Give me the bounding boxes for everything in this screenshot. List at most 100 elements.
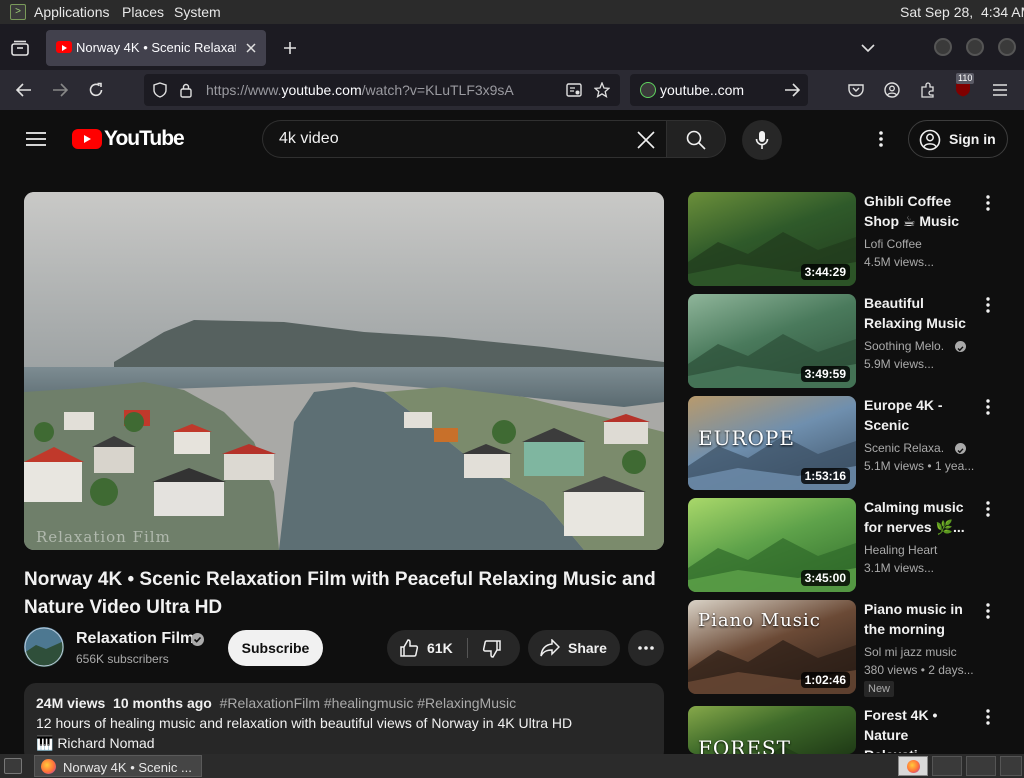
voice-search-button[interactable]	[742, 120, 782, 160]
show-desktop-icon[interactable]	[4, 758, 22, 774]
ublock-extension-icon[interactable]: 110	[954, 73, 975, 100]
video-player[interactable]: Relaxation Film	[24, 192, 664, 550]
like-button[interactable]: 61K	[387, 630, 467, 666]
window-minimize-button[interactable]	[934, 38, 952, 56]
lock-icon[interactable]	[176, 80, 196, 100]
related-views: 3.1M views...	[864, 561, 935, 575]
microphone-icon	[752, 130, 772, 150]
firefox-icon	[41, 759, 56, 774]
os-top-panel: > Applications Places System Sat Sep 28,…	[0, 0, 1024, 24]
related-title[interactable]: Beautiful Relaxing Music ...	[864, 293, 976, 333]
related-channel[interactable]: Lofi Coffee	[864, 235, 976, 253]
related-more-icon[interactable]	[984, 603, 992, 621]
channel-avatar[interactable]	[24, 627, 64, 667]
description-box[interactable]: 24M views 10 months ago #RelaxationFilm …	[24, 683, 664, 763]
related-channel[interactable]: Soothing Melo...	[864, 337, 944, 355]
workspace-switcher-active[interactable]	[898, 756, 928, 776]
terminal-icon[interactable]: >	[10, 4, 26, 20]
related-channel[interactable]: Scenic Relaxa...	[864, 439, 944, 457]
related-thumbnail[interactable]: 3:49:59	[688, 294, 856, 388]
related-more-icon[interactable]	[984, 195, 992, 213]
search-input[interactable]: 4k video	[262, 120, 666, 158]
related-thumbnail[interactable]: EUROPE 1:53:16	[688, 396, 856, 490]
video-duration: 3:44:29	[800, 264, 850, 280]
youtube-logo[interactable]: YouTube	[72, 127, 185, 150]
video-duration: 1:53:16	[800, 468, 850, 484]
guide-menu-icon[interactable]	[24, 128, 48, 150]
channel-name[interactable]: Relaxation Film	[76, 630, 194, 648]
thumbnail-overlay-text: FOREST	[698, 736, 791, 754]
upload-age: 10 months ago	[113, 695, 212, 711]
window-close-button[interactable]	[998, 38, 1016, 56]
hashtags[interactable]: #RelaxationFilm #healingmusic #RelaxingM…	[220, 695, 516, 711]
settings-kebab-icon[interactable]	[870, 128, 892, 150]
tab-active[interactable]: Norway 4K • Scenic Relaxati	[46, 30, 266, 66]
related-more-icon[interactable]	[984, 709, 992, 727]
related-channel[interactable]: Sol mi jazz music	[864, 643, 976, 661]
share-button[interactable]: Share	[528, 630, 620, 666]
share-label: Share	[568, 640, 607, 656]
tab-overview-icon[interactable]	[10, 38, 30, 58]
description-line-1: 12 hours of healing music and relaxation…	[36, 715, 573, 731]
subscribe-button[interactable]: Subscribe	[228, 630, 323, 666]
workspace-switcher-4[interactable]	[1000, 756, 1022, 776]
account-icon[interactable]	[882, 80, 902, 100]
related-thumbnail[interactable]: FOREST	[688, 706, 856, 754]
close-tab-icon[interactable]	[242, 39, 260, 57]
url-bar[interactable]: https://www.youtube.com/watch?v=KLuTLF3x…	[144, 74, 620, 106]
new-tab-icon[interactable]	[280, 38, 300, 58]
related-thumbnail[interactable]: 3:45:00	[688, 498, 856, 592]
related-thumbnail[interactable]: 3:44:29	[688, 192, 856, 286]
related-title[interactable]: Piano music in the morning for...	[864, 599, 976, 639]
url-text[interactable]: https://www.youtube.com/watch?v=KLuTLF3x…	[206, 82, 522, 98]
search-engine-icon	[640, 82, 656, 98]
user-avatar-icon	[919, 129, 941, 151]
taskbar-window-button[interactable]: Norway 4K • Scenic ...	[34, 755, 202, 777]
reader-view-icon[interactable]	[564, 80, 584, 100]
menu-places[interactable]: Places	[122, 4, 164, 20]
related-title[interactable]: Europe 4K - Scenic Relaxati...	[864, 395, 976, 435]
workspace-switcher-3[interactable]	[966, 756, 996, 776]
menu-system[interactable]: System	[174, 4, 221, 20]
navigation-toolbar: https://www.youtube.com/watch?v=KLuTLF3x…	[0, 70, 1024, 110]
search-go-arrow-icon[interactable]	[782, 80, 802, 100]
more-actions-button[interactable]	[628, 630, 664, 666]
related-title[interactable]: Ghibli Coffee Shop ☕ Music t...	[864, 191, 976, 231]
like-count: 61K	[427, 640, 453, 656]
related-more-icon[interactable]	[984, 501, 992, 519]
extensions-puzzle-icon[interactable]	[918, 80, 938, 100]
related-more-icon[interactable]	[984, 297, 992, 315]
tab-list-chevron-icon[interactable]	[858, 38, 878, 58]
window-maximize-button[interactable]	[966, 38, 984, 56]
search-button[interactable]	[666, 120, 726, 158]
thumbs-up-icon	[399, 638, 419, 658]
pocket-icon[interactable]	[846, 80, 866, 100]
clock[interactable]: Sat Sep 28, 4:34 AM	[900, 4, 1024, 20]
related-title[interactable]: Forest 4K • Nature Relaxati...	[864, 705, 976, 753]
workspace-switcher-2[interactable]	[932, 756, 962, 776]
hamburger-menu-icon[interactable]	[990, 80, 1010, 100]
dislike-button[interactable]	[468, 630, 520, 666]
search-query: 4k video	[279, 130, 339, 147]
shield-icon[interactable]	[150, 80, 170, 100]
youtube-header: YouTube 4k video Sign in	[0, 110, 1024, 168]
related-title[interactable]: Calming music for nerves 🌿...	[864, 497, 976, 537]
verified-check-icon	[955, 341, 966, 352]
video-title: Norway 4K • Scenic Relaxation Film with …	[24, 569, 656, 618]
menu-applications[interactable]: Applications	[34, 4, 110, 20]
tab-strip: Norway 4K • Scenic Relaxati	[0, 24, 1024, 70]
video-duration: 1:02:46	[800, 672, 850, 688]
related-channel[interactable]: Healing Heart	[864, 541, 976, 559]
description-line-2: 🎹 Richard Nomad	[36, 735, 155, 751]
related-more-icon[interactable]	[984, 399, 992, 417]
related-views: 5.9M views...	[864, 357, 935, 371]
bookmark-star-icon[interactable]	[592, 80, 612, 100]
sign-in-button[interactable]: Sign in	[908, 120, 1008, 158]
forward-arrow-icon[interactable]	[50, 80, 70, 100]
video-duration: 3:49:59	[800, 366, 850, 382]
clear-search-icon[interactable]	[635, 129, 657, 151]
back-arrow-icon[interactable]	[14, 80, 34, 100]
related-thumbnail[interactable]: Piano Music 1:02:46	[688, 600, 856, 694]
search-box[interactable]: youtube..com	[630, 74, 808, 106]
reload-icon[interactable]	[86, 80, 106, 100]
